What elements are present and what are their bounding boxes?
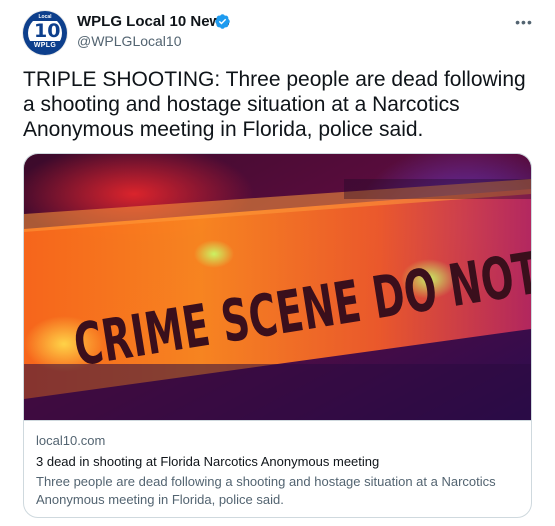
avatar-number: 10 <box>34 20 61 42</box>
card-title: 3 dead in shooting at Florida Narcotics … <box>36 454 380 469</box>
handle[interactable]: @WPLGLocal10 <box>77 32 181 50</box>
card-meta[interactable]: local10.com 3 dead in shooting at Florid… <box>24 420 531 517</box>
link-card[interactable]: CRIME SCENE DO NOT local10.com 3 dead in… <box>23 153 532 518</box>
avatar[interactable]: Local 10 WPLG <box>23 11 67 55</box>
verified-badge-icon <box>215 14 230 29</box>
avatar-brand-text: WPLG <box>27 41 63 51</box>
card-domain: local10.com <box>36 433 106 448</box>
card-description: Three people are dead following a shooti… <box>36 474 496 507</box>
ellipsis-icon[interactable]: ••• <box>514 12 534 32</box>
tweet: Local 10 WPLG WPLG Local 10 News @WPLGLo… <box>0 0 555 526</box>
crime-scene-tape-image[interactable]: CRIME SCENE DO NOT <box>24 154 531 420</box>
display-name[interactable]: WPLG Local 10 News <box>77 13 230 31</box>
tweet-text: TRIPLE SHOOTING: Three people are dead f… <box>23 68 526 141</box>
